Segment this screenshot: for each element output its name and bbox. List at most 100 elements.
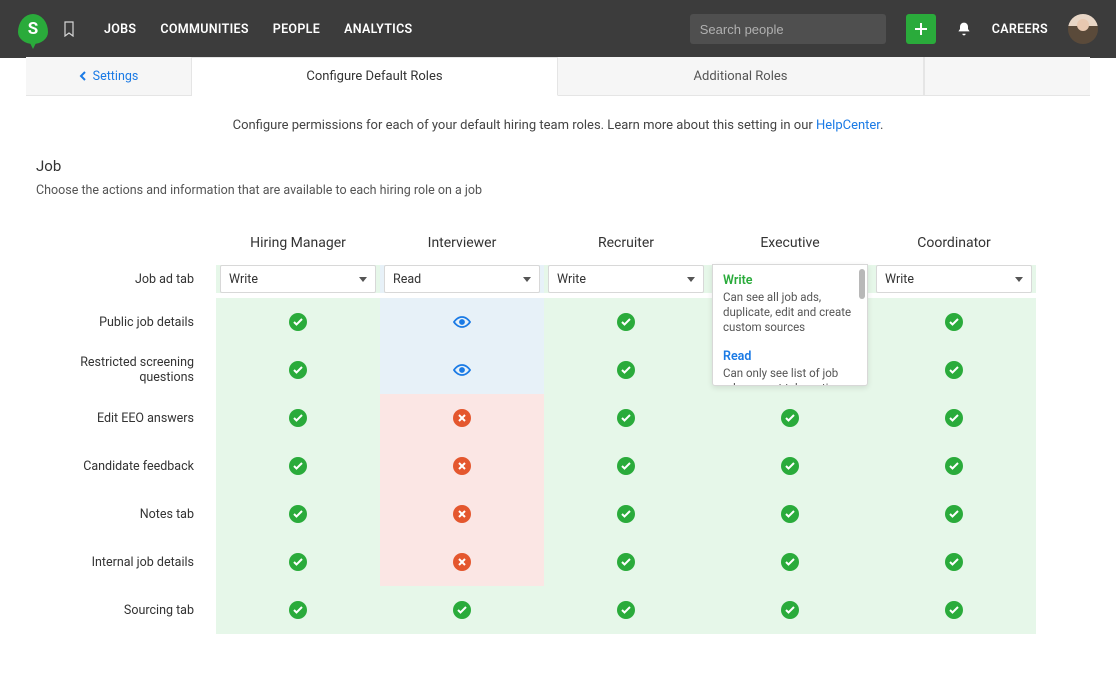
check-icon <box>289 457 307 475</box>
check-icon <box>945 457 963 475</box>
select-value: Read <box>393 272 421 287</box>
x-icon <box>453 409 471 427</box>
tab-configure-default-roles[interactable]: Configure Default Roles <box>192 57 558 96</box>
permission-cell[interactable] <box>708 490 872 538</box>
eye-icon <box>453 364 471 376</box>
permission-cell[interactable] <box>872 490 1036 538</box>
tab-filler <box>924 57 1090 95</box>
permission-cell[interactable] <box>544 538 708 586</box>
permission-cell[interactable] <box>380 490 544 538</box>
permission-cell[interactable] <box>216 346 380 394</box>
search-box[interactable] <box>690 14 886 44</box>
search-input[interactable] <box>700 22 876 37</box>
permissions-grid: Hiring Manager Interviewer Recruiter Exe… <box>26 226 1090 634</box>
back-to-settings[interactable]: Settings <box>26 57 192 95</box>
chevron-down-icon <box>687 277 695 282</box>
check-icon <box>289 409 307 427</box>
table-row: Edit EEO answers <box>26 394 1090 442</box>
check-icon <box>289 505 307 523</box>
select-value: Write <box>885 272 914 287</box>
permission-cell[interactable] <box>708 586 872 634</box>
bookmark-icon[interactable] <box>62 21 76 37</box>
permission-cell[interactable] <box>872 394 1036 442</box>
nav-communities[interactable]: COMMUNITIES <box>160 22 248 37</box>
permission-cell[interactable] <box>380 538 544 586</box>
select-recruiter[interactable]: Write <box>548 265 704 293</box>
select-hiring-manager[interactable]: Write <box>220 265 376 293</box>
row-label: Internal job details <box>26 538 216 586</box>
check-icon <box>945 601 963 619</box>
check-icon <box>781 409 799 427</box>
select-interviewer[interactable]: Read <box>384 265 540 293</box>
nav-analytics[interactable]: ANALYTICS <box>344 22 412 37</box>
permission-cell[interactable] <box>544 586 708 634</box>
grid-header-row: Hiring Manager Interviewer Recruiter Exe… <box>26 226 1090 260</box>
nav-people[interactable]: PEOPLE <box>273 22 320 37</box>
permission-cell[interactable] <box>216 394 380 442</box>
permission-cell[interactable] <box>380 586 544 634</box>
permission-cell[interactable] <box>544 298 708 346</box>
table-row: Notes tab <box>26 490 1090 538</box>
select-coordinator[interactable]: Write <box>876 265 1032 293</box>
user-avatar[interactable] <box>1068 14 1098 44</box>
row-label: Restricted screening questions <box>26 346 216 394</box>
permission-cell[interactable] <box>872 346 1036 394</box>
check-icon <box>453 601 471 619</box>
dropdown-scrollbar[interactable] <box>859 269 865 299</box>
plus-icon <box>914 22 928 36</box>
option-desc: Can see all job ads, duplicate, edit and… <box>723 290 857 335</box>
check-icon <box>945 553 963 571</box>
permission-cell[interactable] <box>544 490 708 538</box>
permission-cell[interactable] <box>708 442 872 490</box>
permission-cell[interactable] <box>380 442 544 490</box>
permission-cell[interactable] <box>216 442 380 490</box>
chevron-down-icon <box>359 277 367 282</box>
check-icon <box>289 553 307 571</box>
app-logo[interactable]: S <box>18 14 48 44</box>
dropdown-option-write[interactable]: Write Can see all job ads, duplicate, ed… <box>713 265 867 341</box>
eye-icon <box>453 316 471 328</box>
topbar: S JOBS COMMUNITIES PEOPLE ANALYTICS CARE… <box>0 0 1116 58</box>
permission-cell[interactable] <box>872 586 1036 634</box>
permission-cell[interactable] <box>216 298 380 346</box>
permission-cell[interactable] <box>216 538 380 586</box>
select-value: Write <box>557 272 586 287</box>
row-label: Public job details <box>26 298 216 346</box>
check-icon <box>289 361 307 379</box>
check-icon <box>617 505 635 523</box>
notification-bell-icon[interactable] <box>956 21 972 37</box>
option-title: Write <box>723 273 857 288</box>
careers-link[interactable]: CAREERS <box>992 22 1048 37</box>
intro-after: . <box>880 118 883 133</box>
check-icon <box>781 505 799 523</box>
permission-cell[interactable] <box>708 394 872 442</box>
chevron-left-icon <box>79 71 87 81</box>
dropdown-option-read[interactable]: Read Can only see list of job ads, canno… <box>713 341 867 386</box>
table-row: Sourcing tab <box>26 586 1090 634</box>
check-icon <box>781 553 799 571</box>
chevron-down-icon <box>1015 277 1023 282</box>
permission-cell[interactable] <box>216 490 380 538</box>
check-icon <box>781 601 799 619</box>
table-row: Restricted screening questions <box>26 346 1090 394</box>
permission-cell[interactable] <box>544 346 708 394</box>
permission-cell[interactable] <box>708 538 872 586</box>
permission-cell[interactable] <box>544 394 708 442</box>
tab-additional-roles[interactable]: Additional Roles <box>558 57 924 95</box>
permission-cell[interactable] <box>872 538 1036 586</box>
permission-cell[interactable] <box>872 442 1036 490</box>
role-header-hiring-manager: Hiring Manager <box>216 226 380 260</box>
permission-cell[interactable] <box>872 298 1036 346</box>
grid-select-row: Job ad tab Write Read Write Write Write <box>26 260 1090 298</box>
permission-cell[interactable] <box>380 394 544 442</box>
add-button[interactable] <box>906 14 936 44</box>
permission-cell[interactable] <box>380 346 544 394</box>
logo-letter: S <box>28 19 38 39</box>
permission-cell[interactable] <box>544 442 708 490</box>
nav-jobs[interactable]: JOBS <box>104 22 136 37</box>
permission-cell[interactable] <box>216 586 380 634</box>
permission-cell[interactable] <box>380 298 544 346</box>
helpcenter-link[interactable]: HelpCenter <box>816 118 880 133</box>
executive-dropdown[interactable]: Write Can see all job ads, duplicate, ed… <box>712 264 868 386</box>
check-icon <box>945 361 963 379</box>
